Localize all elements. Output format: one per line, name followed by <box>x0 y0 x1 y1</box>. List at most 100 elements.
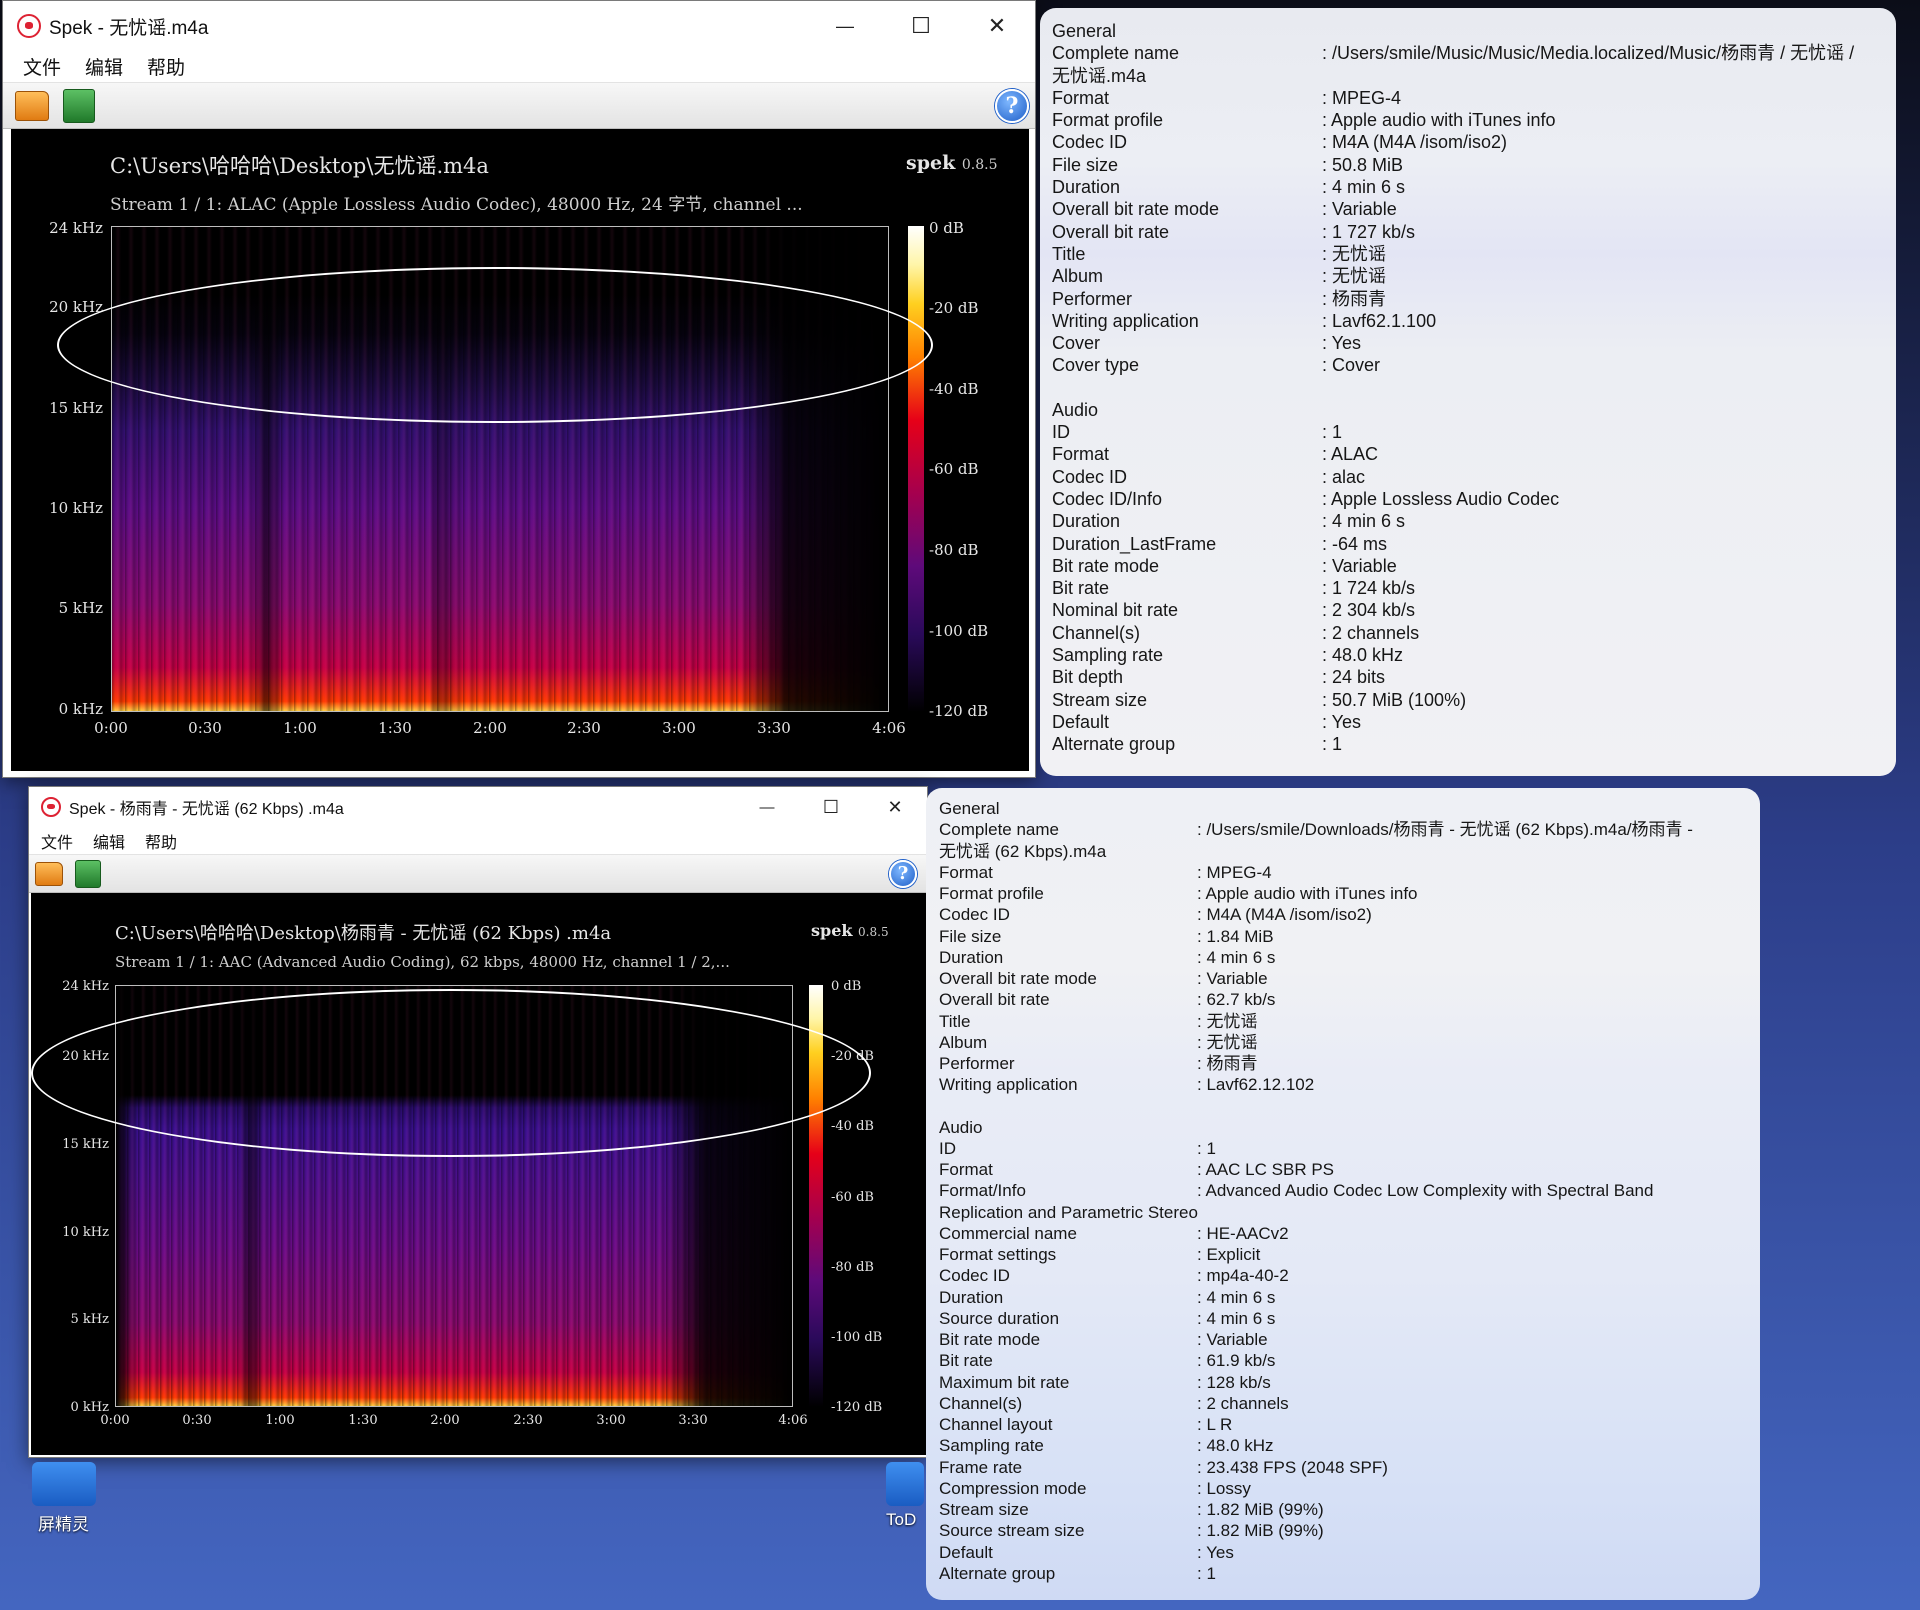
info-row: Overall bit rate mode : Variable <box>939 968 1760 989</box>
info-value: : Yes <box>1322 333 1362 354</box>
time-tick: 4:06 <box>778 1413 808 1428</box>
info-key: Overall bit rate <box>1052 221 1170 242</box>
info-row: Overall bit rate: 1 727 kb/s <box>1052 221 1896 243</box>
info-value: : -64 ms <box>1322 533 1388 554</box>
info-key: Codec ID <box>1052 466 1128 487</box>
info-value: : 4 min 6 s <box>1197 947 1276 967</box>
desktop-app-icon[interactable] <box>32 1462 96 1506</box>
info-value: : MPEG-4 <box>1322 87 1402 108</box>
info-value: : 2 304 kb/s <box>1322 600 1416 621</box>
info-key: Default <box>939 1542 993 1562</box>
info-row: ID: 1 <box>939 1138 1760 1159</box>
menu-edit[interactable]: 编辑 <box>85 53 123 80</box>
info-value: : Apple audio with iTunes info <box>1197 884 1418 903</box>
info-row: Format: ALAC <box>1052 443 1896 465</box>
maximize-icon[interactable]: ☐ <box>883 1 959 51</box>
menu-file[interactable]: 文件 <box>41 829 73 853</box>
info-row: Title: 无忧谣 <box>939 1011 1760 1032</box>
info-row: Bit depth : 24 bits <box>1052 666 1896 688</box>
time-tick: 2:00 <box>473 719 507 737</box>
info-value: : Variable <box>1197 969 1268 988</box>
info-value: : 2 channels <box>1322 622 1420 643</box>
info-value: : HE-AACv2 <box>1197 1223 1289 1243</box>
info-key: Album <box>1052 266 1104 287</box>
spek-version: 0.8.5 <box>858 925 889 939</box>
stream-info: Stream 1 / 1: ALAC (Apple Lossless Audio… <box>110 195 803 215</box>
help-question-icon[interactable]: ? <box>995 89 1029 123</box>
info-row: Channel(s): 2 channels <box>939 1393 1760 1414</box>
info-row: Channel layout: L R <box>939 1414 1760 1435</box>
db-tick: -60 dB <box>831 1190 874 1205</box>
info-key: Frame rate <box>939 1457 1023 1477</box>
info-key: Commercial name <box>939 1223 1077 1243</box>
minimize-icon[interactable]: — <box>735 787 799 827</box>
desktop-app-icon[interactable] <box>886 1462 924 1506</box>
menu-bar: 文件 编辑 帮助 <box>3 51 1035 83</box>
info-row: Codec ID: mp4a-40-2 <box>939 1265 1760 1286</box>
save-arrow-icon[interactable] <box>63 89 95 123</box>
section-audio-title: Audio <box>1052 399 1099 420</box>
info-key: Compression mode <box>939 1478 1087 1498</box>
audio-rows: ID: 1 Format: AAC LC SBR PS Format/Info: A… <box>939 1138 1760 1202</box>
menu-help[interactable]: 帮助 <box>145 829 177 853</box>
info-key: Maximum bit rate <box>939 1372 1070 1392</box>
info-key: Bit depth <box>1052 667 1124 688</box>
info-row: Codec ID: M4A (M4A /isom/iso2) <box>939 904 1760 925</box>
info-value: : 无忧谣 <box>1197 1011 1258 1031</box>
title-bar[interactable]: Spek - 无忧谣.m4a — ☐ ✕ <box>3 1 1035 51</box>
info-key: Bit rate <box>1052 578 1110 599</box>
info-key: Duration <box>1052 177 1121 198</box>
info-key: Nominal bit rate <box>1052 600 1179 621</box>
info-key: File size <box>939 926 1002 946</box>
info-value: : Yes <box>1197 1542 1234 1562</box>
time-tick: 4:06 <box>872 719 906 737</box>
time-tick: 0:00 <box>100 1413 130 1428</box>
freq-tick: 24 kHz <box>49 219 103 237</box>
freq-tick: 5 kHz <box>58 599 103 617</box>
info-row: Duration: 4 min 6 s <box>939 1287 1760 1308</box>
time-tick: 2:30 <box>513 1413 543 1428</box>
info-row: Format: MPEG-4 <box>939 862 1760 883</box>
freq-tick: 10 kHz <box>49 499 103 517</box>
info-key: Default <box>1052 711 1110 732</box>
info-row: Format profile: Apple audio with iTunes … <box>939 883 1760 904</box>
info-value: : M4A (M4A /isom/iso2) <box>1322 132 1508 153</box>
info-row: Source duration: 4 min 6 s <box>939 1308 1760 1329</box>
info-key: Overall bit rate mode <box>1052 199 1220 220</box>
info-value: : Variable <box>1322 199 1397 220</box>
open-folder-icon[interactable] <box>35 862 63 886</box>
save-arrow-icon[interactable] <box>75 860 101 888</box>
info-key: Alternate group <box>1052 734 1176 755</box>
info-value: : 24 bits <box>1322 667 1386 688</box>
title-bar[interactable]: Spek - 杨雨青 - 无忧谣 (62 Kbps) .m4a — ☐ ✕ <box>29 787 927 827</box>
section-general-title: General <box>1052 21 1117 41</box>
maximize-icon[interactable]: ☐ <box>799 787 863 827</box>
info-row: Maximum bit rate: 128 kb/s <box>939 1372 1760 1393</box>
info-key: Performer <box>1052 288 1133 309</box>
info-key: Format profile <box>1052 110 1164 131</box>
window-title: Spek - 无忧谣.m4a <box>49 17 209 39</box>
minimize-icon[interactable]: — <box>807 1 883 51</box>
info-key: Performer <box>939 1054 1015 1073</box>
info-key: Overall bit rate mode <box>939 969 1097 988</box>
info-key: Bit rate <box>939 1351 993 1371</box>
open-folder-icon[interactable] <box>15 91 49 121</box>
freq-tick: 0 kHz <box>70 1400 109 1415</box>
info-key: Duration <box>939 947 1004 967</box>
spek-brand: spek 0.8.5 <box>811 921 889 940</box>
close-icon[interactable]: ✕ <box>863 787 927 827</box>
info-key: Title <box>1052 243 1086 264</box>
help-question-icon[interactable]: ? <box>889 860 917 888</box>
time-tick: 3:00 <box>596 1413 626 1428</box>
spek-brand-name: spek <box>811 921 853 940</box>
desktop-icon-label: ToD <box>886 1510 917 1529</box>
info-value: : 杨雨青 <box>1197 1054 1258 1073</box>
menu-help[interactable]: 帮助 <box>147 53 185 80</box>
info-value: : Variable <box>1197 1330 1268 1349</box>
menu-edit[interactable]: 编辑 <box>93 829 125 853</box>
close-icon[interactable]: ✕ <box>959 1 1035 51</box>
info-row: Complete name : /Users/smile/Music/Music… <box>1052 42 1896 64</box>
info-value: : 50.8 MiB <box>1322 154 1404 175</box>
db-tick: -80 dB <box>831 1260 874 1275</box>
menu-file[interactable]: 文件 <box>23 53 61 80</box>
